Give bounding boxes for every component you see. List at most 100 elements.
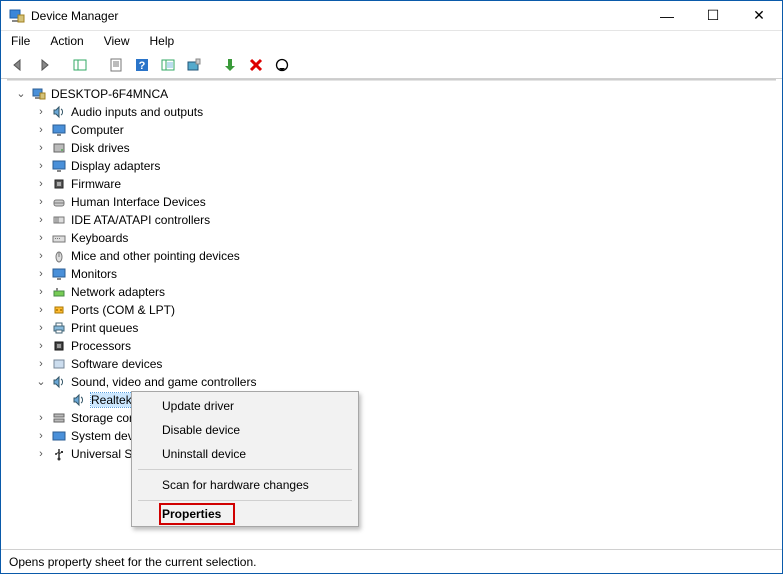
tree-category-label: Network adapters <box>71 285 169 299</box>
context-menu-item-uninstall-device[interactable]: Uninstall device <box>134 442 356 466</box>
context-menu-item-properties[interactable]: Properties <box>160 504 234 524</box>
tree-category[interactable]: › Audio inputs and outputs <box>9 103 774 121</box>
menu-view[interactable]: View <box>100 32 134 50</box>
context-menu-separator <box>138 500 352 501</box>
tree-category-label: System dev <box>71 429 138 443</box>
context-menu: Update driverDisable deviceUninstall dev… <box>131 391 359 527</box>
expand-icon[interactable]: › <box>33 122 49 138</box>
expand-icon[interactable]: › <box>33 302 49 318</box>
tree-category[interactable]: › Display adapters <box>9 157 774 175</box>
tree-category[interactable]: ›Keyboards <box>9 229 774 247</box>
monitor-icon <box>51 158 67 174</box>
speaker-icon <box>51 104 67 120</box>
window-title: Device Manager <box>31 9 118 23</box>
context-menu-item-disable-device[interactable]: Disable device <box>134 418 356 442</box>
storage-icon <box>51 410 67 426</box>
tree-category-label: Mice and other pointing devices <box>71 249 244 263</box>
collapse-icon[interactable]: ⌄ <box>33 374 49 390</box>
help-button[interactable]: ? <box>131 54 153 76</box>
tree-category-label: Storage cor <box>71 411 137 425</box>
tree-category[interactable]: ›Print queues <box>9 319 774 337</box>
expand-icon[interactable]: › <box>33 176 49 192</box>
keyboard-icon <box>51 230 67 246</box>
forward-button[interactable] <box>33 54 55 76</box>
mouse-icon <box>51 248 67 264</box>
enable-device-button[interactable] <box>219 54 241 76</box>
port-icon <box>51 302 67 318</box>
ide-icon <box>51 212 67 228</box>
expand-icon[interactable]: › <box>33 212 49 228</box>
expand-icon[interactable]: › <box>33 158 49 174</box>
expand-icon[interactable]: › <box>33 410 49 426</box>
disk-icon <box>51 140 67 156</box>
tree-category-label: Display adapters <box>71 159 164 173</box>
menu-action[interactable]: Action <box>46 32 87 50</box>
expand-icon[interactable]: › <box>33 320 49 336</box>
collapse-icon[interactable]: ⌄ <box>13 86 29 102</box>
toolbar: ? <box>1 51 782 79</box>
maximize-button[interactable]: ☐ <box>690 1 736 31</box>
expand-icon[interactable]: › <box>33 230 49 246</box>
context-menu-item-scan-for-hardware-changes[interactable]: Scan for hardware changes <box>134 473 356 497</box>
tree-category[interactable]: ›Ports (COM & LPT) <box>9 301 774 319</box>
tree-category[interactable]: › Mice and other pointing devices <box>9 247 774 265</box>
disable-device-button[interactable] <box>271 54 293 76</box>
expand-icon[interactable]: › <box>33 428 49 444</box>
menu-help[interactable]: Help <box>146 32 179 50</box>
tree-category-label: Human Interface Devices <box>71 195 210 209</box>
tree-category[interactable]: › Human Interface Devices <box>9 193 774 211</box>
tree-category[interactable]: › Software devices <box>9 355 774 373</box>
properties-button[interactable] <box>105 54 127 76</box>
expand-icon[interactable]: › <box>33 104 49 120</box>
printer-icon <box>51 320 67 336</box>
speaker-icon <box>51 374 67 390</box>
tree-category[interactable]: › Storage cor <box>9 409 774 427</box>
statusbar-text: Opens property sheet for the current sel… <box>9 555 256 569</box>
hid-icon <box>51 194 67 210</box>
expand-icon[interactable]: › <box>33 284 49 300</box>
tree-device-selected[interactable]: Realtek <box>9 391 774 409</box>
update-driver-button[interactable] <box>183 54 205 76</box>
tree-category[interactable]: ›Monitors <box>9 265 774 283</box>
tree-category[interactable]: › System dev <box>9 427 774 445</box>
tree-category-label: Firmware <box>71 177 125 191</box>
tree-category[interactable]: ›Universal Se <box>9 445 774 463</box>
expand-icon[interactable]: › <box>33 194 49 210</box>
expand-icon[interactable]: › <box>33 140 49 156</box>
tree-category[interactable]: › Firmware <box>9 175 774 193</box>
chip-icon <box>51 176 67 192</box>
expand-icon[interactable]: › <box>33 266 49 282</box>
tree-category[interactable]: ›IDE ATA/ATAPI controllers <box>9 211 774 229</box>
context-menu-item-update-driver[interactable]: Update driver <box>134 394 356 418</box>
expand-icon[interactable]: › <box>33 446 49 462</box>
tree-category-label: Software devices <box>71 357 166 371</box>
minimize-button[interactable]: — <box>644 1 690 31</box>
net-icon <box>51 284 67 300</box>
expand-icon[interactable]: › <box>33 248 49 264</box>
tree-root[interactable]: ⌄ DESKTOP-6F4MNCA <box>9 85 774 103</box>
scan-hardware-button[interactable] <box>157 54 179 76</box>
tree-category[interactable]: › Network adapters <box>9 283 774 301</box>
tree-root-label: DESKTOP-6F4MNCA <box>51 87 172 101</box>
close-button[interactable]: ✕ <box>736 1 782 31</box>
tree-category[interactable]: ⌄ Sound, video and game controllers <box>9 373 774 391</box>
speaker-icon <box>71 392 87 408</box>
show-hide-tree-button[interactable] <box>69 54 91 76</box>
back-button[interactable] <box>7 54 29 76</box>
titlebar: Device Manager — ☐ ✕ <box>1 1 782 31</box>
expand-icon[interactable]: › <box>33 356 49 372</box>
computer-icon <box>31 86 47 102</box>
device-tree[interactable]: ⌄ DESKTOP-6F4MNCA › Audio inputs and outp… <box>1 81 782 549</box>
svg-text:?: ? <box>139 60 146 72</box>
expand-icon[interactable]: › <box>33 338 49 354</box>
monitor-icon <box>51 266 67 282</box>
uninstall-device-button[interactable] <box>245 54 267 76</box>
menu-file[interactable]: File <box>7 32 34 50</box>
tree-category[interactable]: › Disk drives <box>9 139 774 157</box>
app-icon <box>9 8 25 24</box>
tree-category[interactable]: ›Processors <box>9 337 774 355</box>
tree-category-label: Sound, video and game controllers <box>71 375 260 389</box>
tree-category-label: Disk drives <box>71 141 134 155</box>
tree-category-label: Audio inputs and outputs <box>71 105 207 119</box>
tree-category[interactable]: ›Computer <box>9 121 774 139</box>
